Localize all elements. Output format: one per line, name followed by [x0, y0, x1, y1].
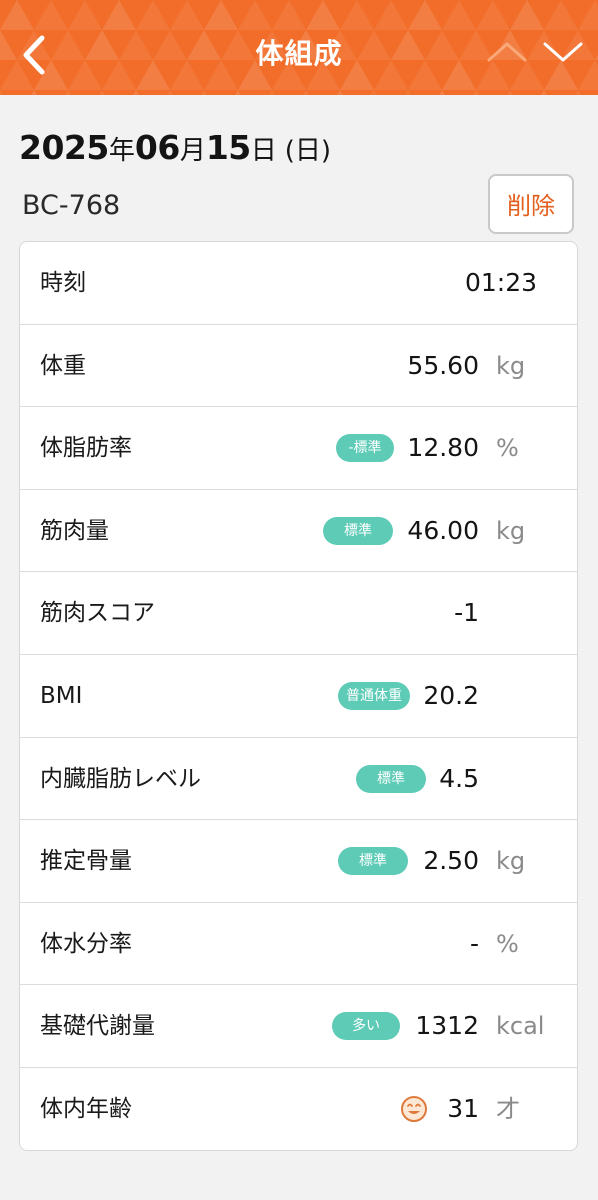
- pattern-triangle: [340, 0, 374, 30]
- chevron-up-icon: [487, 42, 527, 62]
- pattern-triangle: [269, 90, 275, 95]
- pattern-triangle: [272, 0, 306, 30]
- pattern-triangle: [408, 0, 442, 30]
- app-header: 体組成: [0, 0, 598, 95]
- pattern-triangle: [133, 90, 139, 95]
- pattern-triangle: [337, 90, 343, 95]
- pattern-triangle: [31, 90, 37, 95]
- row-label: 体内年齢: [40, 1095, 132, 1122]
- pattern-triangle: [405, 90, 411, 95]
- measurement-list: 時刻 01:23 体重 55.60 kg 体脂肪率 -標準 12.80 % 筋肉…: [19, 241, 578, 1151]
- status-badge: 普通体重: [338, 681, 410, 710]
- pattern-triangle: [439, 90, 445, 95]
- list-item-basal-metabolism: 基礎代謝量 多い 1312 kcal: [20, 985, 577, 1068]
- row-label: 時刻: [40, 270, 86, 296]
- row-value: 4.5: [439, 763, 479, 793]
- row-label: BMI: [40, 682, 83, 709]
- smiley-face-icon: [401, 1095, 427, 1122]
- list-item-weight: 体重 55.60 kg: [20, 325, 577, 408]
- pattern-triangle: [136, 0, 170, 30]
- row-value: 31: [447, 1093, 479, 1123]
- row-unit: %: [496, 434, 519, 463]
- delete-button[interactable]: 削除: [488, 174, 574, 234]
- pattern-triangle: [578, 0, 598, 30]
- list-item-bone-mass: 推定骨量 標準 2.50 kg: [20, 820, 577, 903]
- row-unit: 才: [496, 1094, 520, 1123]
- pattern-triangle: [170, 0, 204, 30]
- pattern-triangle: [0, 90, 3, 95]
- list-item-body-age: 体内年齢 31 才: [20, 1068, 577, 1150]
- row-label: 筋肉スコア: [40, 600, 155, 627]
- list-item-body-water: 体水分率 - %: [20, 903, 577, 986]
- pattern-triangle: [204, 0, 238, 30]
- list-item-time: 時刻 01:23: [20, 242, 577, 325]
- row-value: 46.00: [407, 515, 479, 545]
- pattern-triangle: [541, 90, 547, 95]
- pattern-triangle: [442, 0, 476, 30]
- list-item-body-fat: 体脂肪率 -標準 12.80 %: [20, 407, 577, 490]
- row-value: -: [469, 928, 479, 958]
- pattern-triangle: [371, 90, 377, 95]
- pattern-triangle: [374, 0, 408, 30]
- pattern-triangle: [201, 90, 207, 95]
- pattern-triangle: [34, 0, 68, 30]
- pattern-triangle: [473, 90, 479, 95]
- pattern-triangle: [476, 0, 510, 30]
- pattern-triangle: [0, 0, 34, 30]
- row-label: 基礎代謝量: [40, 1013, 155, 1040]
- row-unit: kg: [496, 516, 526, 545]
- pattern-triangle: [303, 90, 309, 95]
- date-year-unit: 年: [108, 136, 135, 166]
- row-label: 体水分率: [40, 930, 132, 957]
- pattern-triangle: [507, 90, 513, 95]
- row-value: 20.2: [423, 680, 479, 710]
- status-badge: 標準: [323, 516, 393, 545]
- pattern-triangle: [306, 0, 340, 30]
- date-year: 2025: [19, 128, 109, 167]
- pattern-triangle: [99, 90, 105, 95]
- row-unit: kcal: [496, 1012, 545, 1041]
- date-day-unit: 日: [250, 136, 277, 166]
- row-value: 2.50: [423, 846, 479, 876]
- date-month: 06: [134, 128, 180, 167]
- chevron-down-icon: [543, 42, 583, 62]
- row-label: 推定骨量: [40, 848, 132, 875]
- list-item-muscle-mass: 筋肉量 標準 46.00 kg: [20, 490, 577, 573]
- row-unit: kg: [496, 847, 526, 876]
- next-record-button[interactable]: [540, 36, 586, 68]
- date-day: 15: [205, 128, 251, 167]
- previous-record-button[interactable]: [484, 36, 530, 68]
- row-label: 内臓脂肪レベル: [40, 765, 201, 792]
- pattern-triangle: [235, 90, 241, 95]
- row-value: -1: [454, 598, 479, 628]
- pattern-triangle: [575, 90, 581, 95]
- row-unit: %: [496, 929, 519, 958]
- pattern-triangle: [102, 0, 136, 30]
- row-unit: kg: [496, 351, 526, 380]
- list-item-visceral-fat: 内臓脂肪レベル 標準 4.5: [20, 738, 577, 821]
- pattern-triangle: [167, 90, 173, 95]
- list-item-bmi: BMI 普通体重 20.2: [20, 655, 577, 738]
- status-badge: 標準: [338, 847, 408, 876]
- pattern-triangle: [238, 0, 272, 30]
- pattern-triangle: [68, 0, 102, 30]
- status-badge: -標準: [336, 434, 394, 463]
- status-badge: 標準: [356, 764, 426, 793]
- row-label: 体重: [40, 352, 86, 379]
- row-label: 体脂肪率: [40, 435, 132, 462]
- date-weekday: (日): [284, 136, 332, 166]
- row-value: 55.60: [407, 350, 479, 380]
- row-value: 12.80: [407, 433, 479, 463]
- pattern-triangle: [510, 0, 544, 30]
- row-label: 筋肉量: [40, 517, 109, 544]
- row-value: 01:23: [464, 268, 537, 297]
- pattern-triangle: [65, 90, 71, 95]
- list-item-muscle-score: 筋肉スコア -1: [20, 572, 577, 655]
- row-value: 1312: [415, 1011, 479, 1041]
- status-badge: 多い: [332, 1012, 400, 1041]
- device-model: BC-768: [22, 190, 121, 221]
- date-month-unit: 月: [179, 136, 206, 166]
- measurement-date: 2025年06月15日 (日): [19, 126, 331, 170]
- pattern-triangle: [544, 0, 578, 30]
